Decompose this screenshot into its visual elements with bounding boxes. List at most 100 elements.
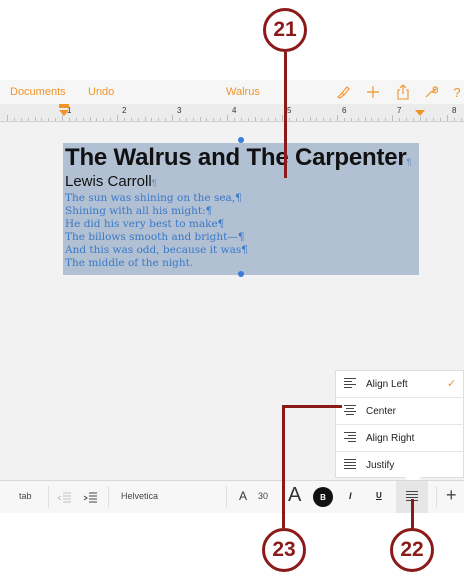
ruler-tick <box>110 118 112 121</box>
toolbar-divider <box>108 486 109 508</box>
callout-23: 23 <box>262 528 306 572</box>
align-left-option[interactable]: Align Left ✓ <box>336 371 464 398</box>
ruler-tick <box>378 118 380 121</box>
ruler-tick <box>316 118 318 121</box>
callout-21-leader <box>284 52 287 178</box>
ruler-tick <box>460 118 462 121</box>
ruler-tick <box>453 118 455 121</box>
navigation-bar: Documents Undo Walrus ? <box>0 80 464 104</box>
poem-line[interactable]: The billows smooth and bright—¶ <box>65 231 245 243</box>
ruler-tick <box>261 118 263 121</box>
align-center-icon <box>344 405 356 416</box>
ruler-tick <box>13 118 15 121</box>
bold-button[interactable]: B <box>313 487 333 507</box>
ruler-tick <box>20 118 22 121</box>
ruler-tick <box>233 118 235 121</box>
undo-button[interactable]: Undo <box>88 86 114 98</box>
ruler-tick <box>447 115 448 121</box>
justify-option[interactable]: Justify <box>336 452 464 479</box>
right-indent-marker[interactable] <box>415 110 425 116</box>
formatting-toolbar: tab Helvetica A 30 A B I U + <box>0 480 464 513</box>
ruler-tick <box>398 118 400 121</box>
font-name-button[interactable]: Helvetica <box>121 491 158 501</box>
center-label: Center <box>366 406 397 417</box>
ruler-tick <box>357 118 359 121</box>
toolbar-divider <box>436 486 437 508</box>
toolbar-divider <box>226 486 227 508</box>
callout-22-leader <box>411 499 414 529</box>
ruler-tick <box>302 118 304 121</box>
ruler-tick <box>158 118 160 121</box>
ruler[interactable]: 1 2 3 4 5 6 7 8 <box>0 104 464 122</box>
justify-label: Justify <box>366 460 395 471</box>
ruler-tick <box>144 117 146 121</box>
selection-start-handle[interactable] <box>238 137 244 143</box>
add-button[interactable]: + <box>446 485 457 506</box>
ruler-tick <box>137 118 139 121</box>
left-indent-marker[interactable] <box>59 110 69 116</box>
ruler-tick <box>75 118 77 121</box>
ruler-number: 5 <box>287 106 292 115</box>
tab-key[interactable]: tab <box>19 491 32 501</box>
ruler-tick <box>371 118 373 121</box>
ruler-tick <box>41 118 43 121</box>
ruler-tick <box>48 118 50 121</box>
increase-font-size-button[interactable]: A <box>288 484 301 507</box>
ruler-tick <box>89 117 91 121</box>
ruler-tick <box>27 118 29 121</box>
ruler-tick <box>309 117 311 121</box>
selection-end-handle[interactable] <box>238 271 244 277</box>
ruler-tick <box>192 118 194 121</box>
wrench-icon[interactable] <box>422 83 440 101</box>
poem-line[interactable]: He did his very best to make¶ <box>65 218 224 230</box>
ipad-screen: Documents Undo Walrus ? 1 2 3 4 5 6 7 8 <box>0 80 464 513</box>
ruler-tick <box>185 118 187 121</box>
ruler-tick <box>240 118 242 121</box>
poem-line[interactable]: Shining with all his might:¶ <box>65 205 212 217</box>
align-left-icon <box>344 378 356 389</box>
ruler-tick <box>295 118 297 121</box>
poem-line[interactable]: The sun was shining on the sea,¶ <box>65 192 242 204</box>
callout-23-leader-vertical <box>282 408 285 528</box>
toolbar-divider <box>48 486 49 508</box>
ruler-tick <box>123 118 125 121</box>
decrease-font-size-button[interactable]: A <box>239 489 247 503</box>
first-line-indent-marker[interactable] <box>59 104 69 108</box>
ruler-tick <box>337 115 338 121</box>
ruler-tick <box>405 118 407 121</box>
ruler-tick <box>199 117 201 121</box>
poem-line[interactable]: And this was odd, because it was¶ <box>65 244 248 256</box>
callout-22: 22 <box>390 528 434 572</box>
ruler-number: 2 <box>122 106 127 115</box>
ruler-tick <box>330 118 332 121</box>
ruler-tick <box>130 118 132 121</box>
document-heading[interactable]: The Walrus and The Carpenter¶ <box>65 144 411 172</box>
ruler-tick <box>7 115 8 121</box>
ruler-tick <box>206 118 208 121</box>
align-right-option[interactable]: Align Right <box>336 425 464 452</box>
ruler-tick <box>213 118 215 121</box>
ruler-number: 6 <box>342 106 347 115</box>
share-icon[interactable] <box>394 83 412 101</box>
help-icon[interactable]: ? <box>448 83 464 101</box>
ruler-tick <box>412 118 414 121</box>
ruler-tick <box>350 118 352 121</box>
ruler-tick <box>433 118 435 121</box>
ruler-tick <box>288 118 290 121</box>
ruler-tick <box>392 115 393 121</box>
ruler-tick <box>323 118 325 121</box>
callout-21: 21 <box>263 8 307 52</box>
center-option[interactable]: Center <box>336 398 464 425</box>
documents-button[interactable]: Documents <box>10 86 66 98</box>
ruler-tick <box>82 118 84 121</box>
brush-icon[interactable] <box>334 83 352 101</box>
plus-icon[interactable] <box>364 83 382 101</box>
decrease-indent-icon[interactable] <box>57 491 71 503</box>
author-line[interactable]: Lewis Carroll¶ <box>65 173 157 190</box>
poem-line[interactable]: The middle of the night. <box>65 257 193 269</box>
checkmark-icon: ✓ <box>447 378 457 390</box>
increase-indent-icon[interactable] <box>83 491 97 503</box>
italic-button[interactable]: I <box>349 491 352 501</box>
underline-button[interactable]: U <box>376 491 382 500</box>
align-right-icon <box>344 432 356 443</box>
